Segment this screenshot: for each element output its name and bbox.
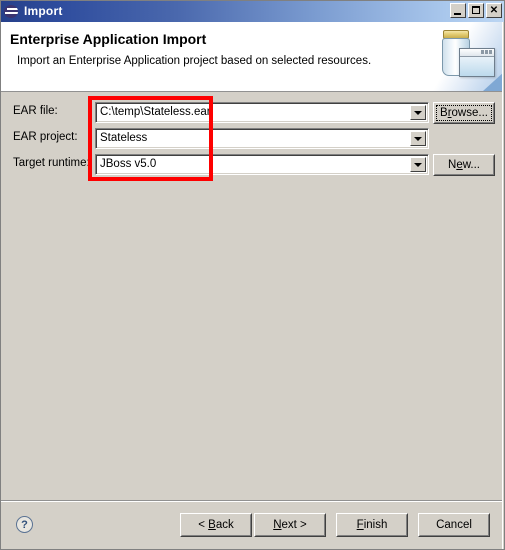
close-icon[interactable]: ✕ [486,3,502,18]
window-overlay-icon [459,48,495,77]
chevron-down-icon[interactable] [410,105,426,120]
button-bar: ? < Back Next > Finish Cancel [0,502,505,550]
ear-jar-icon [433,22,505,91]
maximize-button[interactable] [468,3,484,18]
ear-file-value: C:\temp\Stateless.ear [100,106,211,118]
field-row-ear-file: EAR file: C:\temp\Stateless.ear Browse..… [1,102,505,124]
minimize-button[interactable] [450,3,466,18]
next-button[interactable]: Next > [254,513,326,537]
target-runtime-combo[interactable]: JBoss v5.0 [95,154,429,175]
wizard-header: Enterprise Application Import Import an … [0,22,505,92]
cancel-button[interactable]: Cancel [418,513,490,537]
close-glyph: ✕ [489,4,499,16]
ear-file-combo[interactable]: C:\temp\Stateless.ear [95,102,429,123]
next-button-label: Next > [273,519,307,531]
ear-file-label: EAR file: [13,105,58,117]
chevron-down-icon[interactable] [410,131,426,146]
page-title: Enterprise Application Import [10,31,207,47]
field-row-ear-project: EAR project: Stateless [1,128,505,150]
import-wizard-dialog: Import ✕ Enterprise Application Import I… [0,0,505,550]
title-bar[interactable]: Import ✕ [0,0,505,22]
finish-button-label: Finish [356,519,388,531]
ear-project-value: Stateless [100,132,148,144]
eclipse-icon [4,4,20,19]
new-button[interactable]: New... [433,154,495,176]
new-button-label: New... [448,159,480,171]
back-button[interactable]: < Back [180,513,252,537]
chevron-down-icon[interactable] [410,157,426,172]
field-row-target-runtime: Target runtime: JBoss v5.0 New... [1,154,505,176]
wizard-body: EAR file: C:\temp\Stateless.ear Browse..… [0,92,505,500]
finish-button[interactable]: Finish [336,513,408,537]
target-runtime-label: Target runtime: [13,157,90,169]
help-icon[interactable]: ? [16,516,33,533]
cancel-button-label: Cancel [436,519,472,531]
ear-project-label: EAR project: [13,131,78,143]
page-description: Import an Enterprise Application project… [17,55,372,67]
back-button-label: < Back [198,519,234,531]
window-controls: ✕ [450,3,502,18]
browse-button-label: Browse... [440,107,488,119]
browse-button[interactable]: Browse... [433,102,495,124]
ear-project-combo[interactable]: Stateless [95,128,429,149]
window-title: Import [24,4,63,18]
target-runtime-value: JBoss v5.0 [100,158,157,170]
